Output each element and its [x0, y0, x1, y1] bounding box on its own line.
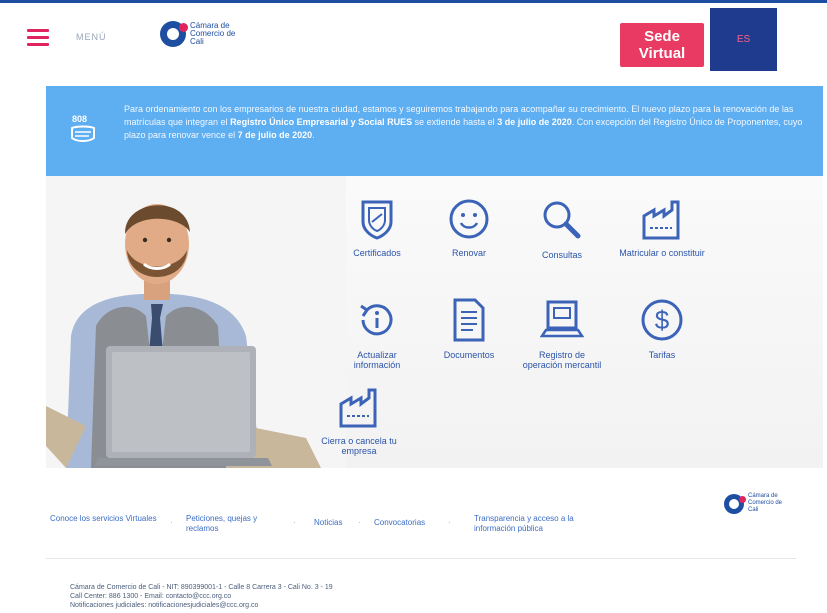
svg-text:$: $ — [655, 305, 670, 335]
magnifier-icon — [543, 201, 581, 239]
tile-cierra-empresa[interactable]: Cierra o cancela tu empresa — [316, 386, 402, 456]
tile-label: Cierra o cancela tu empresa — [321, 436, 397, 456]
legal-info: Cámara de Comercio de Cali - NIT: 890399… — [70, 583, 490, 610]
link-separator: · — [448, 518, 451, 527]
logo-mark-icon — [160, 21, 188, 47]
smiley-icon — [449, 199, 489, 239]
legal-line: Notificaciones judiciales: notificacione… — [70, 602, 259, 609]
document-icon — [453, 298, 485, 342]
tile-label: Tarifas — [648, 350, 676, 360]
tile-label: Documentos — [443, 350, 495, 360]
link-separator: · — [170, 518, 173, 527]
notice-banner: 808 Para ordenamiento con los empresario… — [46, 86, 823, 176]
tile-matricular[interactable]: Matricular o constituir — [619, 198, 705, 258]
computer-icon — [540, 300, 584, 338]
footer-logo-text: Cámara de Comercio de Cali — [748, 493, 783, 513]
logo-text: Cámara de Comercio de Cali — [190, 21, 236, 46]
factory-icon — [642, 200, 680, 240]
legal-line: Call Center: 886 1300 - Email: contacto@… — [70, 593, 232, 600]
site-header: MENÚ Cámara de Comercio de Cali Sede Vir… — [0, 0, 827, 84]
notice-text: Para ordenamiento con los empresarios de… — [124, 104, 803, 140]
svg-text:808: 808 — [72, 114, 87, 124]
tile-label: Renovar — [451, 248, 487, 258]
footer-link-pqr[interactable]: Peticiones, quejas y reclamos — [186, 514, 282, 534]
businessman-with-laptop-image — [46, 176, 346, 468]
footer-logo[interactable]: Cámara de Comercio de Cali — [724, 493, 792, 514]
tile-certificados[interactable]: Certificados — [334, 198, 420, 258]
legal-line: Cámara de Comercio de Cali - NIT: 890399… — [70, 584, 333, 591]
tile-registro-operacion[interactable]: Registro de operación mercantil — [519, 298, 605, 370]
footer-link-noticias[interactable]: Noticias — [314, 518, 342, 528]
sede-virtual-button[interactable]: Sede Virtual — [620, 23, 704, 67]
menu-label[interactable]: MENÚ — [76, 32, 107, 42]
footer-links: Conoce los servicios Virtuales · Peticio… — [46, 512, 823, 542]
logo-mark-icon — [724, 493, 746, 514]
tile-label: Registro de operación mercantil — [522, 350, 602, 370]
tile-tarifas[interactable]: $ Tarifas — [619, 298, 705, 360]
tile-label: Actualizar información — [353, 350, 401, 370]
tile-renovar[interactable]: Renovar — [426, 198, 512, 258]
footer-link-transparencia[interactable]: Transparencia y acceso a la información … — [474, 514, 614, 534]
link-separator: · — [358, 518, 361, 527]
hamburger-menu-icon[interactable] — [27, 29, 49, 47]
tile-documentos[interactable]: Documentos — [426, 298, 512, 360]
link-separator: · — [293, 518, 296, 527]
factory-icon — [339, 388, 377, 428]
chamber-logo[interactable]: Cámara de Comercio de Cali — [160, 21, 250, 47]
megaphone-hands-icon: 808 — [71, 114, 95, 142]
footer-link-servicios[interactable]: Conoce los servicios Virtuales — [50, 514, 160, 524]
tile-consultas[interactable]: Consultas — [519, 198, 605, 260]
tile-actualizar[interactable]: Actualizar información — [334, 298, 420, 370]
shield-certificate-icon — [361, 200, 393, 240]
tile-label: Matricular o constituir — [619, 248, 705, 258]
language-selector[interactable]: ES — [710, 8, 777, 71]
tile-label: Certificados — [353, 248, 401, 258]
footer-divider — [46, 558, 796, 559]
history-info-icon — [360, 304, 393, 336]
tile-label: Consultas — [541, 250, 583, 260]
footer-link-convocatorias[interactable]: Convocatorias — [374, 518, 425, 528]
hero-section: Certificados Renovar Consultas Matricula… — [46, 176, 823, 468]
dollar-icon: $ — [641, 299, 683, 341]
